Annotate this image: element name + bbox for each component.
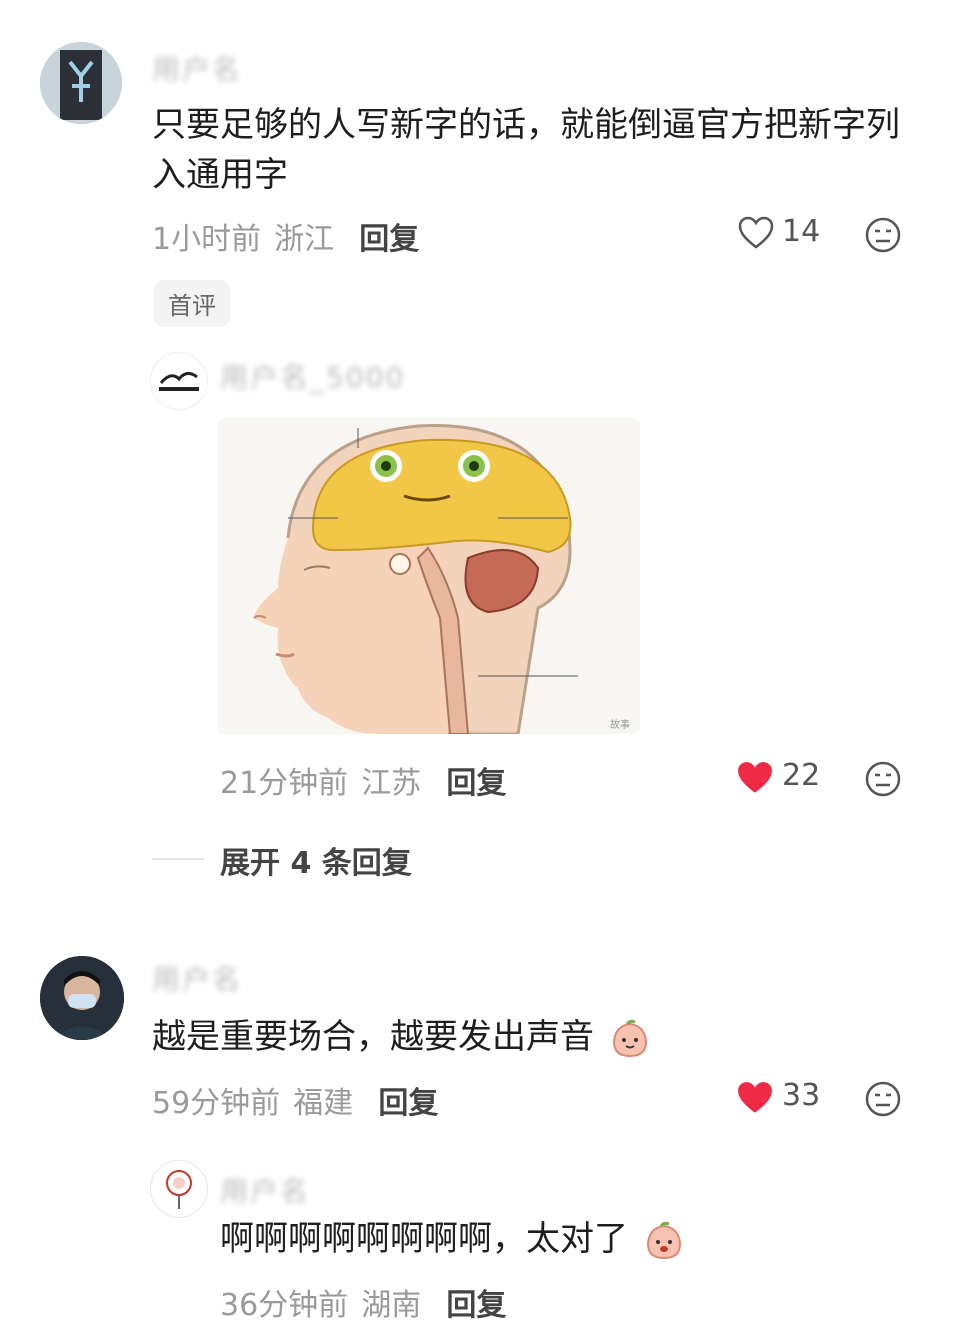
reply-location: 湖南 [361, 1288, 422, 1323]
avatar[interactable] [40, 956, 124, 1040]
brain-diagram-image: 故事 [218, 418, 640, 734]
emoji-face-icon[interactable] [864, 1080, 902, 1118]
comment-meta: 59分钟前 福建 回复 [152, 1078, 438, 1122]
reply-button[interactable]: 回复 [359, 222, 419, 257]
heart-outline-icon [738, 216, 774, 249]
username[interactable]: 用户名 [152, 48, 242, 88]
comment-meta: 1小时前 浙江 回复 [152, 214, 419, 258]
reply-text: 啊啊啊啊啊啊啊啊，太对了 [220, 1214, 920, 1264]
reply-meta: 36分钟前 湖南 回复 [220, 1280, 506, 1324]
emoji-face-icon[interactable] [864, 216, 902, 254]
username[interactable]: 用户名 [152, 958, 242, 998]
reply-time: 36分钟前 [220, 1288, 349, 1323]
reply-time: 21分钟前 [220, 766, 349, 801]
like-count: 33 [782, 1078, 821, 1113]
like-button[interactable] [738, 216, 774, 250]
comment-time: 59分钟前 [152, 1086, 281, 1121]
like-count: 14 [782, 214, 821, 249]
heart-filled-icon [738, 1082, 772, 1113]
comment-location: 浙江 [274, 222, 335, 257]
peach-emoji-icon [643, 1220, 685, 1262]
reply-location: 江苏 [361, 766, 422, 801]
like-button[interactable] [736, 1080, 774, 1116]
like-count: 22 [782, 758, 821, 793]
expand-replies-button[interactable]: 展开 4 条回复 [220, 838, 412, 882]
reply-meta: 21分钟前 江苏 回复 [220, 758, 506, 802]
heart-filled-icon [738, 762, 772, 793]
avatar[interactable] [150, 352, 208, 410]
reply-button[interactable]: 回复 [446, 1288, 506, 1323]
comment-time: 1小时前 [152, 222, 262, 257]
image-watermark: 故事 [610, 718, 630, 731]
reply-image[interactable]: 故事 [218, 418, 640, 734]
first-comment-badge: 首评 [154, 280, 230, 327]
reply-button[interactable]: 回复 [446, 766, 506, 801]
like-button[interactable] [736, 760, 774, 796]
avatar[interactable] [40, 42, 122, 124]
expand-divider [152, 858, 204, 860]
username[interactable]: 用户名 [220, 1170, 310, 1210]
avatar[interactable] [150, 1160, 208, 1218]
comment-text: 只要足够的人写新字的话，就能倒逼官方把新字列入通用字 [152, 105, 900, 195]
peach-emoji-icon [609, 1018, 651, 1060]
reply-button[interactable]: 回复 [378, 1086, 438, 1121]
username[interactable]: 用户名_5000 [220, 356, 405, 396]
comment-location: 福建 [293, 1086, 354, 1121]
emoji-face-icon[interactable] [864, 760, 902, 798]
comment-text: 越是重要场合，越要发出声音 [152, 1012, 912, 1062]
